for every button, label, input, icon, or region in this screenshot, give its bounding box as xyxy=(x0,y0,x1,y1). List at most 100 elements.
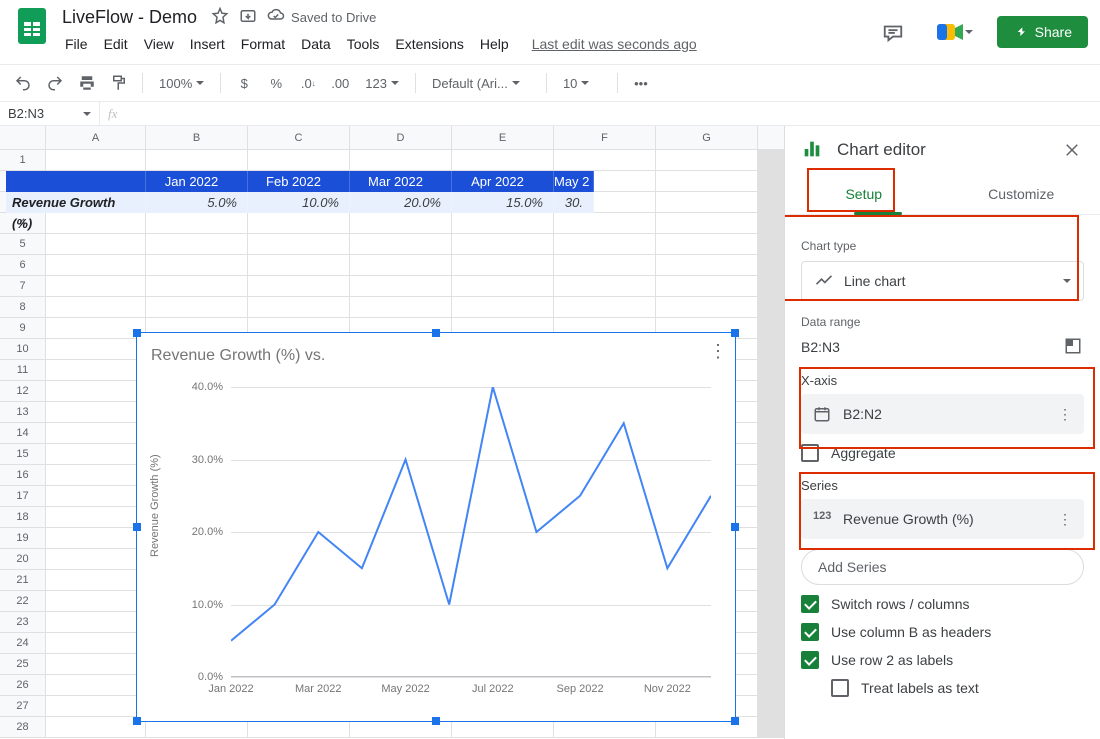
col-head[interactable]: F xyxy=(554,126,656,149)
treat-labels-label: Treat labels as text xyxy=(861,680,979,696)
row-head[interactable]: 1 xyxy=(0,150,46,171)
row-head[interactable]: 17 xyxy=(0,486,46,507)
add-series-button[interactable]: Add Series xyxy=(801,549,1084,585)
row-head[interactable]: 12 xyxy=(0,381,46,402)
currency-button[interactable]: $ xyxy=(231,70,257,96)
menu-file[interactable]: File xyxy=(58,32,95,56)
chart-y-axis-label: Revenue Growth (%) xyxy=(149,454,161,557)
col-head[interactable]: E xyxy=(452,126,554,149)
col-head[interactable]: D xyxy=(350,126,452,149)
menu-edit[interactable]: Edit xyxy=(97,32,135,56)
row-head[interactable]: 6 xyxy=(0,255,46,276)
comments-icon[interactable] xyxy=(873,12,913,52)
row-label[interactable]: Revenue Growth (%) xyxy=(6,192,146,213)
chart-x-tick: Sep 2022 xyxy=(557,683,604,695)
menu-data[interactable]: Data xyxy=(294,32,338,56)
switch-rows-checkbox[interactable] xyxy=(801,595,819,613)
menu-format[interactable]: Format xyxy=(234,32,292,56)
print-button[interactable] xyxy=(74,70,100,96)
row-head[interactable]: 24 xyxy=(0,633,46,654)
close-icon[interactable] xyxy=(1060,138,1084,162)
table-header[interactable]: Jan 2022 xyxy=(146,171,248,192)
chart-x-tick: Jan 2022 xyxy=(208,683,253,695)
row-head[interactable]: 15 xyxy=(0,444,46,465)
row-head[interactable]: 27 xyxy=(0,696,46,717)
row-head[interactable]: 11 xyxy=(0,360,46,381)
doc-title[interactable]: LiveFlow - Demo xyxy=(58,5,201,30)
table-cell[interactable]: 30. xyxy=(554,192,594,213)
share-label: Share xyxy=(1035,24,1072,40)
table-cell[interactable]: 20.0% xyxy=(350,192,452,213)
tab-customize[interactable]: Customize xyxy=(943,174,1100,214)
col-head[interactable]: B xyxy=(146,126,248,149)
col-head[interactable]: G xyxy=(656,126,758,149)
use-col-checkbox[interactable] xyxy=(801,623,819,641)
col-head[interactable]: C xyxy=(248,126,350,149)
chart-y-tick: 30.0% xyxy=(183,454,223,466)
more-formats-button[interactable]: 123 xyxy=(359,70,405,96)
row-head[interactable]: 7 xyxy=(0,276,46,297)
percent-button[interactable]: % xyxy=(263,70,289,96)
treat-labels-checkbox[interactable] xyxy=(831,679,849,697)
menu-tools[interactable]: Tools xyxy=(340,32,387,56)
redo-button[interactable] xyxy=(42,70,68,96)
row-head[interactable]: 23 xyxy=(0,612,46,633)
paint-format-button[interactable] xyxy=(106,70,132,96)
col-head[interactable]: A xyxy=(46,126,146,149)
row-head[interactable]: 8 xyxy=(0,297,46,318)
select-range-icon[interactable] xyxy=(1064,337,1084,357)
menu-view[interactable]: View xyxy=(137,32,181,56)
chart-object[interactable]: ⋮ Revenue Growth (%) vs. Revenue Growth … xyxy=(136,332,736,722)
chart-y-tick: 20.0% xyxy=(183,526,223,538)
table-cell[interactable]: 15.0% xyxy=(452,192,554,213)
table-header[interactable]: Mar 2022 xyxy=(350,171,452,192)
meet-button[interactable] xyxy=(927,12,983,52)
table-header[interactable]: Feb 2022 xyxy=(248,171,350,192)
table-cell[interactable]: 10.0% xyxy=(248,192,350,213)
row-head[interactable]: 28 xyxy=(0,717,46,738)
more-toolbar-button[interactable]: ••• xyxy=(628,70,654,96)
row-head[interactable]: 14 xyxy=(0,423,46,444)
row-head[interactable]: 25 xyxy=(0,654,46,675)
table-header[interactable]: Apr 2022 xyxy=(452,171,554,192)
use-row-checkbox[interactable] xyxy=(801,651,819,669)
row-head[interactable]: 22 xyxy=(0,591,46,612)
table-header[interactable]: May 2 xyxy=(554,171,594,192)
fx-icon: fx xyxy=(100,106,125,122)
increase-decimal-button[interactable]: .00 xyxy=(327,70,353,96)
data-range-label: Data range xyxy=(801,315,1084,329)
toolbar: 100% $ % .0↓ .00 123 Default (Ari... 10 … xyxy=(0,64,1100,102)
table-cell[interactable]: 5.0% xyxy=(146,192,248,213)
name-box[interactable]: B2:N3 xyxy=(0,102,100,125)
font-size-select[interactable]: 10 xyxy=(557,70,607,96)
move-icon[interactable] xyxy=(239,7,257,28)
undo-button[interactable] xyxy=(10,70,36,96)
row-head[interactable]: 20 xyxy=(0,549,46,570)
row-head[interactable]: 13 xyxy=(0,402,46,423)
chart-x-tick: Nov 2022 xyxy=(644,683,691,695)
data-range-value[interactable]: B2:N3 xyxy=(801,339,840,355)
row-head[interactable]: 10 xyxy=(0,339,46,360)
formula-input[interactable] xyxy=(125,102,1100,125)
decrease-decimal-button[interactable]: .0↓ xyxy=(295,70,321,96)
chart-y-tick: 0.0% xyxy=(183,671,223,683)
use-row-label: Use row 2 as labels xyxy=(831,652,953,668)
share-button[interactable]: Share xyxy=(997,16,1088,48)
menu-help[interactable]: Help xyxy=(473,32,516,56)
star-icon[interactable] xyxy=(211,7,229,28)
saved-status: Saved to Drive xyxy=(291,10,376,25)
zoom-select[interactable]: 100% xyxy=(153,70,210,96)
row-head[interactable]: 21 xyxy=(0,570,46,591)
row-head[interactable]: 26 xyxy=(0,675,46,696)
row-head[interactable]: 16 xyxy=(0,465,46,486)
row-head[interactable]: 19 xyxy=(0,528,46,549)
chart-x-tick: Jul 2022 xyxy=(472,683,514,695)
row-head[interactable]: 9 xyxy=(0,318,46,339)
sheets-logo[interactable] xyxy=(12,6,52,46)
row-head[interactable]: 5 xyxy=(0,234,46,255)
last-edit[interactable]: Last edit was seconds ago xyxy=(532,36,697,52)
font-select[interactable]: Default (Ari... xyxy=(426,70,536,96)
menu-insert[interactable]: Insert xyxy=(183,32,232,56)
menu-extensions[interactable]: Extensions xyxy=(388,32,470,56)
row-head[interactable]: 18 xyxy=(0,507,46,528)
